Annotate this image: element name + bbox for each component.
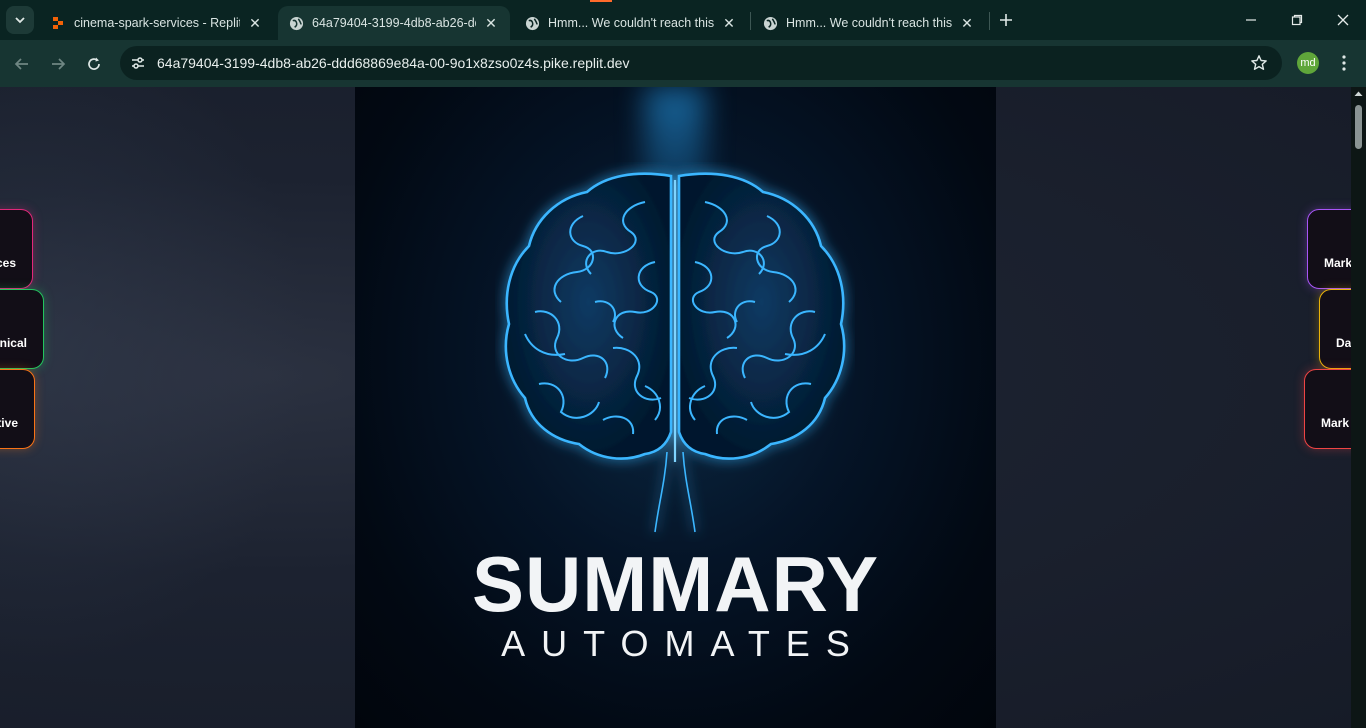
scroll-up-arrow-icon[interactable] (1353, 89, 1364, 99)
tab-unreachable-2[interactable]: Hmm... We couldn't reach this app ✕ (752, 6, 986, 40)
poster-subtitle: AUTOMATES (501, 623, 866, 664)
arrow-right-icon (52, 58, 66, 70)
address-bar[interactable]: 64a79404-3199-4db8-ab26-ddd68869e84a-00-… (120, 46, 1282, 80)
card-label: nical (0, 336, 27, 350)
service-card-left-2[interactable]: nical (0, 289, 44, 369)
globe-icon (524, 15, 540, 31)
scrollbar-thumb[interactable] (1355, 105, 1362, 149)
site-info-button[interactable] (123, 50, 153, 76)
tab-search-button[interactable] (6, 6, 34, 34)
tab-separator (750, 12, 751, 30)
browser-toolbar: 64a79404-3199-4db8-ab26-ddd68869e84a-00-… (0, 40, 1366, 87)
glowing-brain-image (504, 172, 846, 533)
back-button[interactable] (8, 50, 36, 78)
arrow-left-icon (14, 58, 28, 70)
minimize-icon (1246, 19, 1256, 21)
plus-icon (1000, 14, 1012, 26)
reload-button[interactable] (80, 50, 108, 78)
close-tab-icon[interactable]: ✕ (246, 14, 264, 32)
card-label: Mark (1321, 416, 1350, 430)
tab-separator (989, 12, 990, 30)
tab-cinema-spark[interactable]: cinema-spark-services - Replit ✕ (40, 6, 274, 40)
service-card-left-1[interactable]: ces (0, 209, 33, 289)
tab-strip: cinema-spark-services - Replit ✕ 64a7940… (0, 0, 1366, 40)
page-scrollbar[interactable] (1351, 87, 1366, 728)
hero-poster: SUMMARY AUTOMATES (355, 87, 996, 728)
bookmark-star-icon[interactable] (1250, 54, 1268, 72)
replit-icon (50, 15, 66, 31)
profile-avatar[interactable]: md (1297, 52, 1319, 74)
page-viewport: ces nical tive Mark Da Mark (0, 87, 1366, 728)
reload-icon (88, 57, 100, 70)
tab-title: Hmm... We couldn't reach this app (786, 16, 952, 30)
poster-title: SUMMARY (471, 540, 880, 628)
url-text[interactable]: 64a79404-3199-4db8-ab26-ddd68869e84a-00-… (157, 55, 629, 71)
tune-icon (132, 57, 144, 69)
service-card-left-3[interactable]: tive (0, 369, 35, 449)
close-tab-icon[interactable]: ✕ (482, 14, 500, 32)
tab-active-app[interactable]: 64a79404-3199-4db8-ab26-ddd68869e84a ✕ (278, 6, 510, 40)
close-tab-icon[interactable]: ✕ (958, 14, 976, 32)
chevron-down-icon (15, 17, 25, 24)
tab-activity-indicator (590, 0, 612, 2)
close-tab-icon[interactable]: ✕ (720, 14, 738, 32)
globe-icon (288, 15, 304, 31)
card-label: Mark (1324, 256, 1353, 270)
card-label: ces (0, 256, 16, 270)
tab-unreachable-1[interactable]: Hmm... We couldn't reach this app ✕ (514, 6, 748, 40)
forward-button[interactable] (44, 50, 72, 78)
card-label: Da (1336, 336, 1352, 350)
browser-menu-button[interactable] (1334, 52, 1354, 74)
close-icon (1337, 14, 1349, 26)
globe-icon (762, 15, 778, 31)
more-vertical-icon (1342, 55, 1346, 71)
close-window-button[interactable] (1320, 0, 1366, 40)
new-tab-button[interactable] (994, 8, 1018, 32)
tab-title: 64a79404-3199-4db8-ab26-ddd68869e84a (312, 16, 476, 30)
tab-title: Hmm... We couldn't reach this app (548, 16, 714, 30)
tab-title: cinema-spark-services - Replit (74, 16, 240, 30)
restore-button[interactable] (1274, 0, 1320, 40)
card-label: tive (0, 416, 18, 430)
restore-icon (1291, 14, 1303, 26)
minimize-button[interactable] (1228, 0, 1274, 40)
